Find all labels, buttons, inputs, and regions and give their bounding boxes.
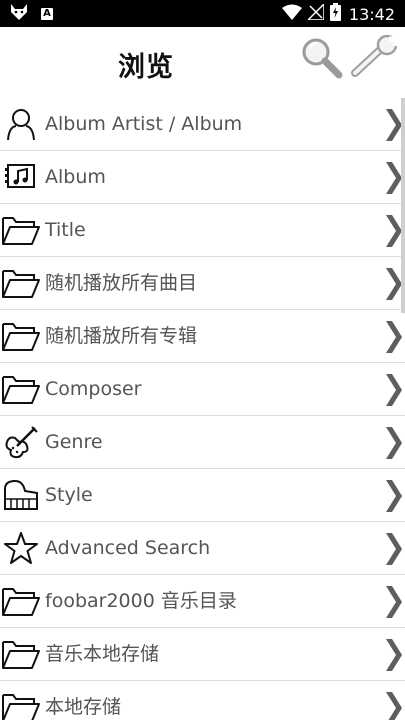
status-time: 13:42 <box>348 4 395 24</box>
chevron-right-icon <box>383 214 403 248</box>
browse-item-local-storage[interactable]: 本地存储 <box>0 681 405 720</box>
folder-icon <box>2 372 40 406</box>
browse-item-album-artist[interactable]: Album Artist / Album <box>0 98 405 151</box>
browse-item-label: Album Artist / Album <box>45 113 243 135</box>
browse-item-composer[interactable]: Composer <box>0 363 405 416</box>
piano-icon <box>2 478 40 512</box>
browse-item-label: Style <box>45 484 93 506</box>
status-bar: A 13:42 <box>0 0 405 27</box>
browse-item-music-local-storage[interactable]: 音乐本地存储 <box>0 628 405 681</box>
chevron-right-icon <box>383 267 403 301</box>
browse-item-advanced-search[interactable]: Advanced Search <box>0 522 405 575</box>
browse-item-label: Title <box>45 219 86 241</box>
browse-item-title[interactable]: Title <box>0 204 405 257</box>
search-button[interactable] <box>297 35 347 83</box>
chevron-right-icon <box>383 426 403 460</box>
folder-icon <box>2 266 40 300</box>
browse-item-label: Advanced Search <box>45 537 211 559</box>
album-icon <box>2 160 40 194</box>
folder-icon <box>2 213 40 247</box>
browse-item-shuffle-tracks[interactable]: 随机播放所有曲目 <box>0 257 405 310</box>
browse-item-label: foobar2000 音乐目录 <box>45 590 237 612</box>
wifi-icon <box>281 4 302 24</box>
browse-item-foobar-library[interactable]: foobar2000 音乐目录 <box>0 575 405 628</box>
star-icon <box>2 531 40 565</box>
browse-item-label: Composer <box>45 378 142 400</box>
browse-item-label: 随机播放所有专辑 <box>45 325 198 347</box>
wrench-icon <box>349 34 401 83</box>
chevron-right-icon <box>383 585 403 619</box>
page-title: 浏览 <box>118 52 174 83</box>
fox-icon <box>10 4 28 24</box>
chevron-right-icon <box>383 479 403 513</box>
folder-icon <box>2 319 40 353</box>
app-header: 浏览 <box>0 27 405 98</box>
signal-off-icon <box>306 2 325 24</box>
browse-item-shuffle-albums[interactable]: 随机播放所有专辑 <box>0 310 405 363</box>
folder-icon <box>2 584 40 618</box>
a-notification-icon: A <box>41 8 53 20</box>
browse-item-style[interactable]: Style <box>0 469 405 522</box>
chevron-right-icon <box>383 320 403 354</box>
browse-item-label: Album <box>45 166 106 188</box>
chevron-right-icon <box>383 161 403 195</box>
list-scrollbar[interactable] <box>401 98 405 313</box>
browse-item-genre[interactable]: Genre <box>0 416 405 469</box>
settings-button[interactable] <box>349 34 401 83</box>
battery-charging-icon <box>329 3 341 25</box>
chevron-right-icon <box>383 638 403 672</box>
folder-icon <box>2 690 40 720</box>
browse-item-label: 本地存储 <box>45 696 122 718</box>
chevron-right-icon <box>383 108 403 142</box>
chevron-right-icon <box>383 373 403 407</box>
person-icon <box>2 107 40 141</box>
browse-list: Album Artist / Album Album Title 随机播放所有曲… <box>0 98 405 720</box>
browse-item-album[interactable]: Album <box>0 151 405 204</box>
browse-item-label: Genre <box>45 431 103 453</box>
chevron-right-icon <box>383 691 403 720</box>
browse-item-label: 随机播放所有曲目 <box>45 272 198 294</box>
folder-icon <box>2 637 40 671</box>
chevron-right-icon <box>383 532 403 566</box>
magnifier-icon <box>299 35 345 83</box>
violin-icon <box>2 425 40 459</box>
browse-item-label: 音乐本地存储 <box>45 643 160 665</box>
